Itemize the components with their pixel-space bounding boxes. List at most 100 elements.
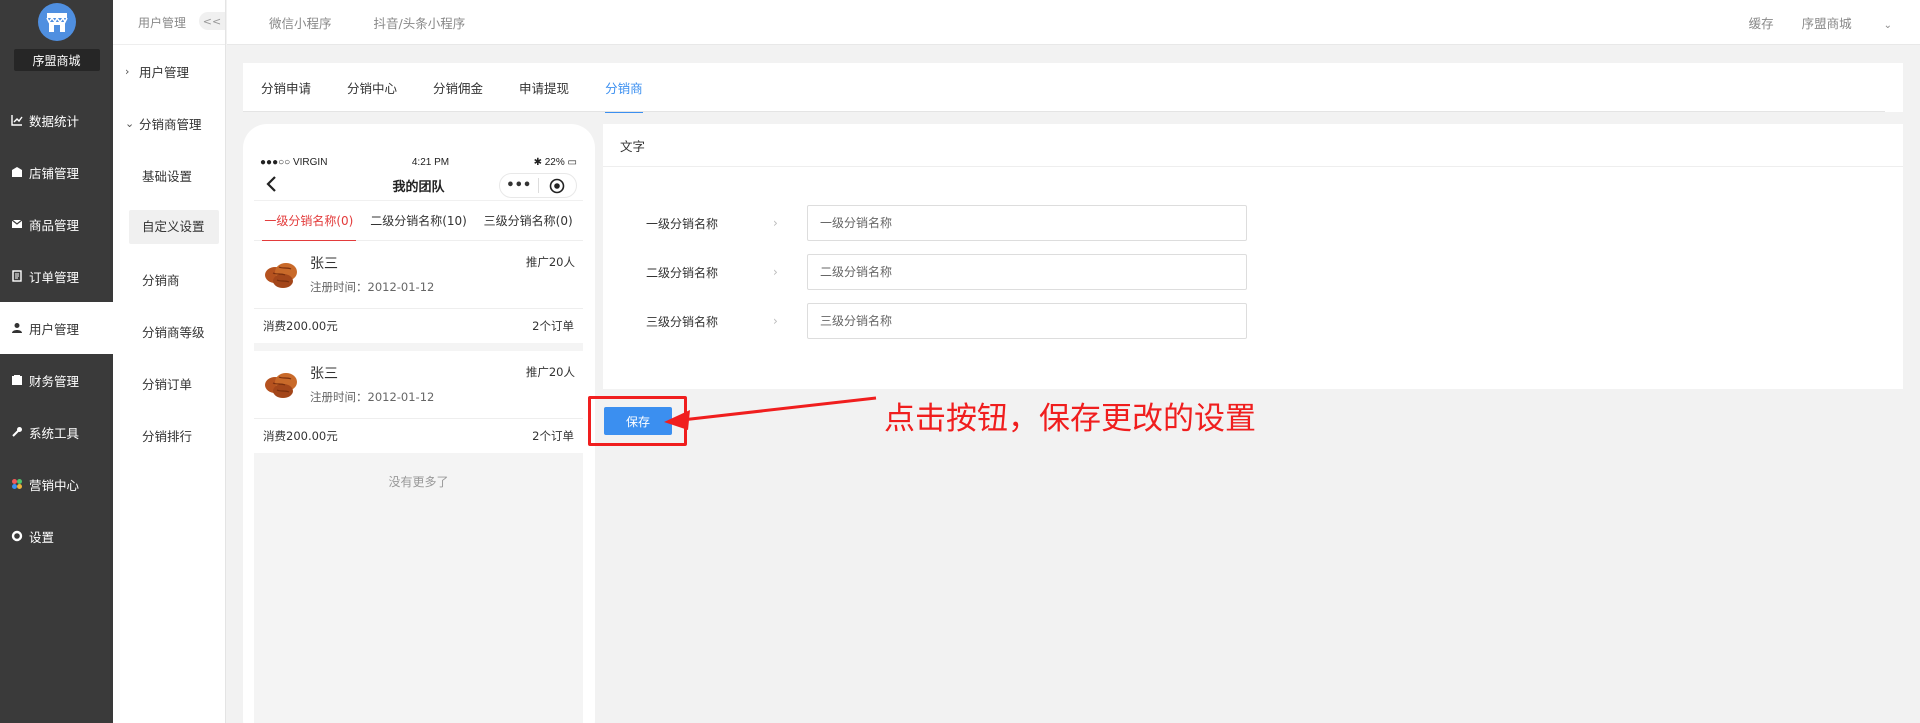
nav-item-settings[interactable]: 设置 (0, 510, 113, 562)
distribution-tabs: 分销申请 分销中心 分销佣金 申请提现 分销商 (243, 63, 1903, 113)
field-label: 二级分销名称 (646, 265, 719, 280)
submenu-item-label: 自定义设置 (129, 210, 219, 244)
annotation-arrow-icon (664, 396, 877, 430)
submenu-title: 用户管理 (138, 15, 187, 30)
level-tab-1[interactable]: 一级分销名称(0) (254, 201, 364, 241)
store-logo-icon[interactable] (37, 3, 76, 41)
bluetooth-icon: ✱ (533, 156, 542, 168)
level-3-name-input[interactable] (807, 303, 1247, 339)
submenu-item-distributor-levels[interactable]: 分销商等级 (113, 305, 225, 357)
member-stats: 消费200.00元 2个订单 (254, 309, 583, 343)
submenu-header: 用户管理 << (113, 0, 225, 45)
collapse-button[interactable]: << (199, 12, 225, 30)
member-info: 张三 注册时间：2012-01-12 推广20人 (254, 241, 583, 309)
status-time: 4:21 PM (411, 156, 450, 168)
gear-icon (10, 529, 24, 543)
header-link-douyin[interactable]: 抖音/头条小程序 (374, 13, 466, 32)
submenu-item-distributors[interactable]: 分销商 (113, 253, 225, 305)
nav-item-products[interactable]: 商品管理 (0, 198, 113, 250)
member-orders: 2个订单 (532, 429, 574, 443)
top-header: 微信小程序 抖音/头条小程序 缓存 序盟商城 ⌄ (227, 0, 1920, 45)
nav-label: 店铺管理 (29, 165, 80, 181)
close-target-icon[interactable] (538, 178, 576, 194)
member-info: 张三 注册时间：2012-01-12 推广20人 (254, 351, 583, 419)
phone-screen: ●●●○○ VIRGIN 4:21 PM ✱ 22% ▭ 我的团队 ••• 一级… (254, 154, 583, 723)
level-2-name-input[interactable] (807, 254, 1247, 290)
nav-item-tools[interactable]: 系统工具 (0, 406, 113, 458)
back-icon[interactable] (266, 176, 278, 196)
submenu-item-distribution-orders[interactable]: 分销订单 (113, 357, 225, 409)
member-register-date: 注册时间：2012-01-12 (310, 390, 435, 404)
cache-button[interactable]: 缓存 (1749, 13, 1774, 32)
user-icon (10, 321, 24, 335)
submenu-item-distribution-ranking[interactable]: 分销排行 (113, 409, 225, 461)
tabs-divider (243, 111, 1885, 112)
finance-icon (10, 373, 24, 387)
account-menu[interactable]: 序盟商城 ⌄ (1802, 13, 1892, 32)
phone-title-bar: 我的团队 ••• (254, 170, 583, 200)
field-label: 三级分销名称 (646, 314, 719, 329)
chevron-right-icon: › (773, 216, 778, 230)
level-tab-2[interactable]: 二级分销名称(10) (364, 201, 474, 240)
submenu-group-users[interactable]: › 用户管理 (113, 45, 225, 97)
submenu-item-label: 分销订单 (142, 376, 193, 392)
tab-distributors[interactable]: 分销商 (605, 63, 643, 113)
submenu-item-label: 分销商 (142, 272, 180, 288)
member-name: 张三 (310, 256, 338, 272)
chevron-right-icon: › (773, 314, 778, 328)
form-row-level-2: 二级分销名称 › (603, 254, 1903, 290)
member-spend: 消费200.00元 (263, 429, 338, 443)
main-nav: 数据统计 店铺管理 商品管理 订单管理 用户管理 财务管理 系统工具 营销中心 (0, 94, 113, 562)
field-label: 一级分销名称 (646, 216, 719, 231)
more-icon[interactable]: ••• (500, 178, 538, 193)
shop-name: 序盟商城 (13, 49, 100, 71)
phone-preview: ●●●○○ VIRGIN 4:21 PM ✱ 22% ▭ 我的团队 ••• 一级… (243, 124, 595, 723)
carrier: ●●●○○ VIRGIN (260, 156, 328, 168)
tab-distribution-center[interactable]: 分销中心 (347, 63, 397, 112)
nav-item-marketing[interactable]: 营销中心 (0, 458, 113, 510)
form-row-level-1: 一级分销名称 › (603, 205, 1903, 241)
product-icon (10, 217, 24, 231)
nav-item-store[interactable]: 店铺管理 (0, 146, 113, 198)
nav-item-orders[interactable]: 订单管理 (0, 250, 113, 302)
wrench-icon (10, 425, 24, 439)
no-more-text: 没有更多了 (388, 475, 449, 489)
nav-item-finance[interactable]: 财务管理 (0, 354, 113, 406)
avatar (265, 263, 297, 288)
tab-distribution-commission[interactable]: 分销佣金 (433, 63, 483, 112)
submenu-item-basic-settings[interactable]: 基础设置 (113, 149, 225, 201)
nav-label: 营销中心 (29, 477, 80, 493)
level-tab-3[interactable]: 三级分销名称(0) (473, 201, 583, 240)
form-row-level-3: 三级分销名称 › (603, 303, 1903, 339)
nav-label: 数据统计 (29, 113, 80, 129)
header-actions: 缓存 序盟商城 ⌄ (1749, 13, 1920, 32)
member-stats: 消费200.00元 2个订单 (254, 419, 583, 453)
level-1-name-input[interactable] (807, 205, 1247, 241)
list-item[interactable]: 张三 注册时间：2012-01-12 推广20人 消费200.00元 2个订单 (254, 351, 583, 453)
submenu-group-distributors[interactable]: ⌄ 分销商管理 (113, 97, 225, 149)
store-icon (10, 165, 24, 179)
header-link-wechat[interactable]: 微信小程序 (269, 13, 332, 32)
nav-item-users[interactable]: 用户管理 (0, 302, 113, 354)
tab-withdrawal[interactable]: 申请提现 (519, 63, 569, 112)
nav-item-statistics[interactable]: 数据统计 (0, 94, 113, 146)
member-spend: 消费200.00元 (263, 319, 338, 333)
list-item[interactable]: 张三 注册时间：2012-01-12 推广20人 消费200.00元 2个订单 (254, 241, 583, 343)
chevron-down-icon: ⌄ (1883, 19, 1892, 31)
submenu-item-custom-settings[interactable]: 自定义设置 (113, 201, 225, 253)
account-name: 序盟商城 (1801, 15, 1852, 31)
tab-distribution-application[interactable]: 分销申请 (261, 63, 311, 112)
secondary-menu: 用户管理 << › 用户管理 ⌄ 分销商管理 基础设置 自定义设置 分销商 分销… (113, 0, 226, 723)
nav-label: 订单管理 (29, 269, 80, 285)
chart-icon (10, 113, 24, 127)
miniprogram-capsule: ••• (499, 173, 577, 198)
chevron-right-icon: › (773, 265, 778, 279)
text-settings-form: 文字 一级分销名称 › 二级分销名称 › 三级分销名称 › (603, 124, 1903, 389)
submenu-item-label: 分销商等级 (142, 324, 205, 340)
phone-status-bar: ●●●○○ VIRGIN 4:21 PM ✱ 22% ▭ (254, 154, 583, 170)
brand: 序盟商城 (0, 0, 113, 78)
battery-level: 22% (544, 156, 565, 168)
member-promotion-count: 推广20人 (525, 365, 575, 379)
submenu-item-label: 分销排行 (142, 428, 193, 444)
nav-label: 商品管理 (29, 217, 80, 233)
